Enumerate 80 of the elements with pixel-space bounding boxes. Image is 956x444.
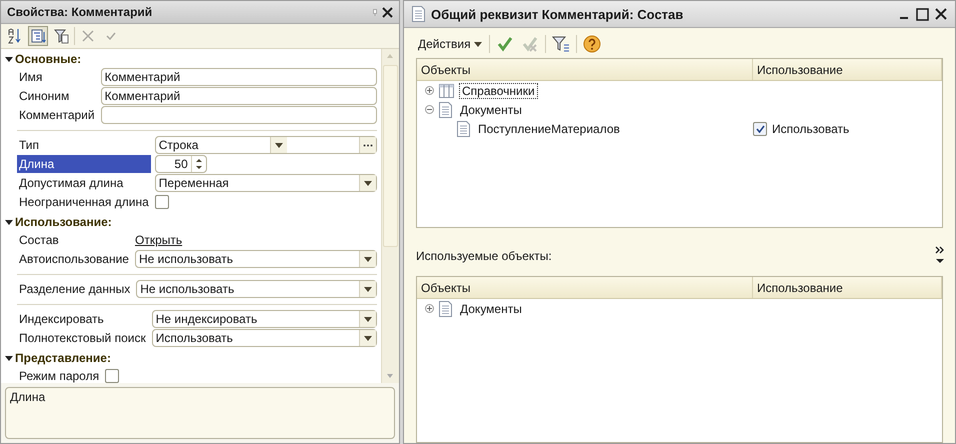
dropdown-field[interactable]: Использовать xyxy=(152,329,377,347)
document-icon xyxy=(412,6,425,22)
panel-title: Свойства: Комментарий xyxy=(7,5,154,19)
tree-item[interactable]: Справочники xyxy=(459,82,538,98)
collapse-icon[interactable] xyxy=(5,218,13,226)
checkmark-icon xyxy=(496,36,513,52)
filter-icon xyxy=(54,28,68,44)
checkmark-icon xyxy=(756,124,764,132)
property-label[interactable]: Неограниченная длина xyxy=(17,193,151,211)
close-icon xyxy=(82,30,94,42)
property-label[interactable]: Автоиспользование xyxy=(17,250,131,268)
column-header[interactable]: Объекты xyxy=(417,59,753,80)
collapse-icon[interactable] xyxy=(5,354,13,362)
dropdown-field[interactable]: Не использовать xyxy=(136,280,377,298)
number-field[interactable]: 50 xyxy=(154,155,207,173)
toolbar-button[interactable] xyxy=(28,26,48,46)
window-title: Общий реквизит Комментарий: Состав xyxy=(431,6,684,22)
dropdown-field[interactable]: Не использовать xyxy=(134,250,377,268)
dropdown-field[interactable]: Переменная xyxy=(154,174,377,192)
text-field[interactable]: Комментарий xyxy=(100,87,377,105)
property-label[interactable]: Полнотекстовый поиск xyxy=(17,329,148,347)
document-icon xyxy=(439,300,452,316)
description-text: Длина xyxy=(10,390,46,404)
column-header[interactable]: Объекты xyxy=(417,277,753,298)
usage-label: Использовать xyxy=(772,122,850,136)
column-header[interactable]: Использование xyxy=(753,277,942,298)
document-icon xyxy=(457,120,470,136)
property-label[interactable]: Синоним xyxy=(17,87,97,105)
filter-icon xyxy=(552,36,570,52)
text-field[interactable]: Комментарий xyxy=(100,68,377,86)
expand-icon[interactable] xyxy=(425,304,434,313)
open-link[interactable]: Открыть xyxy=(134,233,182,247)
toolbar-button[interactable] xyxy=(582,34,602,54)
dropdown-arrow-icon xyxy=(275,142,284,148)
collapse-icon[interactable] xyxy=(5,55,13,63)
dropdown-arrow-icon xyxy=(474,42,482,46)
dropdown-field[interactable]: Строка xyxy=(154,136,377,154)
tree-item[interactable]: Документы xyxy=(457,102,525,118)
toolbar-button[interactable] xyxy=(550,34,571,54)
property-label[interactable]: Допустимая длина xyxy=(17,174,151,192)
maximize-icon[interactable] xyxy=(916,8,929,20)
section-label: Используемые объекты: xyxy=(416,249,552,263)
document-icon xyxy=(439,102,452,118)
text-field[interactable] xyxy=(100,106,377,124)
section-title: Представление: xyxy=(15,351,111,365)
tree-item[interactable]: ПоступлениеМатериалов xyxy=(475,120,623,136)
property-label[interactable]: Разделение данных xyxy=(17,280,132,298)
dropdown-arrow-icon xyxy=(364,286,372,292)
expand-icon[interactable] xyxy=(425,86,434,95)
select-button[interactable] xyxy=(359,137,376,153)
dropdown-arrow-icon xyxy=(364,336,372,340)
close-icon[interactable] xyxy=(382,6,393,18)
property-label[interactable]: Имя xyxy=(17,68,97,86)
ellipsis-icon xyxy=(363,144,373,146)
close-icon[interactable] xyxy=(935,8,947,20)
checkmark-icon xyxy=(522,36,538,52)
property-label[interactable]: Состав xyxy=(17,231,131,249)
column-header[interactable]: Использование xyxy=(753,59,942,80)
help-icon xyxy=(582,35,601,53)
section-title: Основные: xyxy=(15,52,82,66)
actions-menu-button[interactable]: Действия xyxy=(416,37,484,51)
property-label[interactable]: Индексировать xyxy=(17,310,148,328)
checkbox[interactable] xyxy=(753,122,767,136)
dropdown-field[interactable]: Не индексировать xyxy=(152,310,377,328)
checkmark-icon xyxy=(106,32,116,40)
section-title: Использование: xyxy=(15,215,112,229)
tree-item[interactable]: Документы xyxy=(457,300,525,316)
property-label[interactable]: Тип xyxy=(17,136,151,154)
sort-icon xyxy=(8,28,22,44)
dropdown-arrow-icon xyxy=(364,316,372,322)
catalog-icon xyxy=(439,84,454,98)
dropdown-arrow-icon xyxy=(364,256,372,262)
property-label[interactable]: Комментарий xyxy=(17,106,97,124)
property-label[interactable]: Режим пароля xyxy=(17,367,102,383)
dropdown-arrow-icon xyxy=(364,180,372,186)
more-icon[interactable] xyxy=(935,246,945,266)
checkbox[interactable] xyxy=(154,195,169,209)
checkbox[interactable] xyxy=(105,369,120,383)
property-label[interactable]: Длина xyxy=(17,155,151,173)
category-list-icon xyxy=(30,28,46,44)
